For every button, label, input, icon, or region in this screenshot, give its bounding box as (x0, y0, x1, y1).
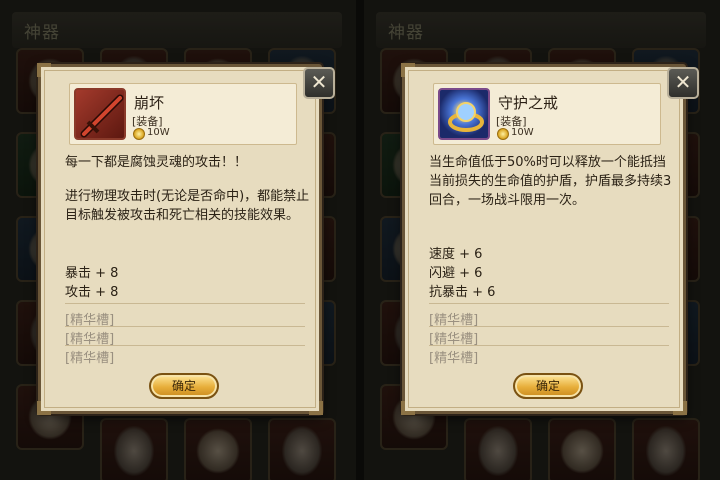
divider (429, 326, 669, 327)
left-panel: 神器 ✕ 崩坏 [装备] 10W 每一下都是腐蚀灵魂的攻击！！ 进行物理攻击时(… (0, 0, 356, 480)
essence-slot[interactable]: [精华槽] (429, 347, 478, 366)
item-stat: 速度 + 6 (429, 247, 483, 262)
item-price: 10W (147, 127, 170, 138)
item-stat: 暴击 + 8 (65, 266, 119, 281)
red-sword-icon (74, 88, 126, 140)
divider (429, 345, 669, 346)
close-button[interactable]: ✕ (303, 67, 335, 99)
gold-ring-icon (438, 88, 490, 140)
corner-ornament (37, 401, 51, 415)
item-header: 守护之戒 [装备] 10W (433, 83, 661, 145)
item-name: 守护之戒 (498, 94, 559, 112)
item-effect-text: 当生命值低于50%时可以释放一个能抵挡当前损失的生命值的护盾，护盾最多持续3回合… (429, 155, 672, 208)
divider (429, 303, 669, 304)
confirm-button[interactable]: 确定 (149, 373, 219, 399)
item-detail-dialog: ✕ 守护之戒 [装备] 10W 当生命值低于50%时可以释放一个能抵挡当前损失的… (401, 63, 699, 415)
confirm-button[interactable]: 确定 (513, 373, 583, 399)
corner-ornament (401, 401, 415, 415)
item-detail-dialog: ✕ 崩坏 [装备] 10W 每一下都是腐蚀灵魂的攻击！！ 进行物理攻击时(无论是… (37, 63, 335, 415)
coin-icon (497, 128, 509, 140)
close-button[interactable]: ✕ (667, 67, 699, 99)
item-flavor-text: 每一下都是腐蚀灵魂的攻击！！ (65, 155, 248, 170)
item-stat: 抗暴击 + 6 (429, 285, 496, 300)
divider (65, 303, 305, 304)
item-effect-text: 进行物理攻击时(无论是否命中)，都能禁止目标触发被攻击和死亡相关的技能效果。 (65, 189, 310, 223)
coin-icon (133, 128, 145, 140)
divider (65, 345, 305, 346)
item-header: 崩坏 [装备] 10W (69, 83, 297, 145)
panel-divider (356, 0, 364, 480)
corner-ornament (309, 401, 323, 415)
divider (65, 326, 305, 327)
item-stat: 攻击 + 8 (65, 285, 119, 300)
item-name: 崩坏 (134, 94, 165, 112)
corner-ornament (673, 401, 687, 415)
corner-ornament (37, 63, 51, 77)
essence-slot[interactable]: [精华槽] (65, 347, 114, 366)
item-stat: 闪避 + 6 (429, 266, 483, 281)
item-price: 10W (511, 127, 534, 138)
corner-ornament (401, 63, 415, 77)
right-panel: 神器 ✕ 守护之戒 [装备] 10W 当生命值低于50%时可以释放一个能抵挡当前… (364, 0, 720, 480)
